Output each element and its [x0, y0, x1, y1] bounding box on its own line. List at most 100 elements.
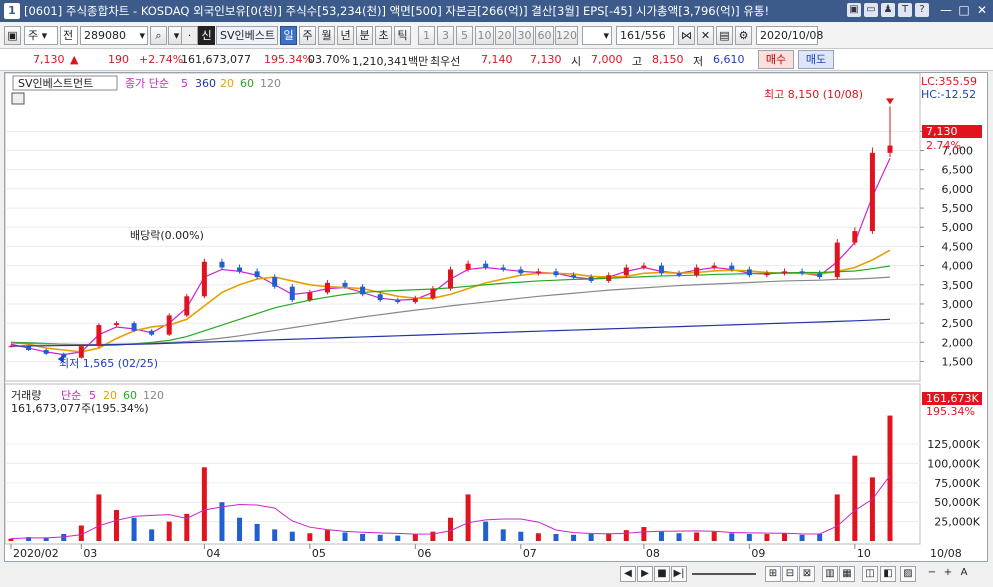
candle-body — [658, 265, 664, 274]
scroll-right-button[interactable]: ▶ — [637, 566, 653, 582]
interval-60-button[interactable]: 60 — [535, 26, 554, 45]
volume-legend-ma5: 5 — [89, 389, 96, 402]
period-week-button[interactable]: 주 — [299, 26, 316, 45]
tool-icon-5[interactable]: ▦ — [839, 566, 855, 582]
volume-bar — [448, 517, 453, 541]
tool-icon-8[interactable]: ▨ — [900, 566, 916, 582]
bottom-navigation: ◀ ▶ ■ ▶| ⊞ ⊟ ⊠ ▥ ▦ ◫ ◧ ▨ − + A — [0, 563, 993, 587]
lc-label: LC:355.59 — [921, 75, 977, 88]
turnover-ratio: 03.70% — [308, 53, 350, 66]
chart-area[interactable]: 7,5007,0006,5006,0005,5005,0004,5004,000… — [4, 72, 988, 562]
candle-body — [448, 269, 453, 289]
tool-icon-3[interactable]: ⊠ — [799, 566, 815, 582]
price-tick-label: 5,500 — [942, 202, 974, 215]
interval-10-button[interactable]: 10 — [475, 26, 494, 45]
code-input[interactable]: 289080 ▾ — [80, 26, 148, 45]
low-annotation: 최저 1,565 (02/25) — [59, 357, 158, 370]
candle-body — [166, 315, 172, 335]
screen-icon[interactable]: ▣ — [847, 3, 861, 17]
candle-body — [465, 263, 471, 270]
low-price: 6,610 — [713, 53, 745, 66]
volume-bar — [553, 534, 559, 541]
type-select[interactable]: 주 ▾ — [24, 26, 58, 45]
volume-tick-label: 75,000K — [934, 477, 980, 490]
interval-120-button[interactable]: 120 — [555, 26, 578, 45]
price-tick-label: 3,500 — [942, 279, 974, 292]
interval-5-button[interactable]: 5 — [456, 26, 473, 45]
period-day-button[interactable]: 일 — [280, 26, 297, 45]
save-icon[interactable]: ▤ — [716, 26, 733, 45]
interval-30-button[interactable]: 30 — [515, 26, 534, 45]
close-button[interactable]: ✕ — [975, 3, 989, 17]
volume-bar — [219, 502, 225, 541]
volume-tick-label: 50,000K — [934, 496, 980, 509]
tool-icon-7[interactable]: ◧ — [880, 566, 896, 582]
best-ask-price: 7,140 — [481, 53, 513, 66]
price-panel-name: SV인베스트먼트 — [18, 77, 93, 90]
price-tick-label: 1,500 — [942, 355, 974, 368]
volume-bar — [254, 523, 260, 541]
tool-icon-2[interactable]: ⊟ — [782, 566, 798, 582]
interval-20-button[interactable]: 20 — [495, 26, 514, 45]
help-icon[interactable]: ? — [915, 3, 929, 17]
candle-body — [237, 267, 243, 272]
tool-icon-1[interactable]: ⊞ — [765, 566, 781, 582]
candle-body — [184, 296, 190, 316]
candle-body — [78, 346, 84, 358]
maximize-button[interactable]: □ — [957, 3, 971, 17]
interval-3-button[interactable]: 3 — [437, 26, 454, 45]
low-label: 저 — [693, 55, 704, 68]
crosshair-icon[interactable]: ✕ — [697, 26, 714, 45]
price-tick-label: 6,500 — [942, 164, 974, 177]
tool-icon-6[interactable]: ◫ — [862, 566, 878, 582]
candle-body — [588, 277, 594, 281]
zoom-in-icon[interactable]: + — [940, 566, 956, 582]
candle-body — [711, 265, 717, 268]
price-legend-prefix: 종가 단순 — [125, 77, 169, 90]
gear-icon[interactable]: ⚙ — [735, 26, 752, 45]
count-field[interactable]: 161/556 — [616, 26, 674, 45]
volume-bar — [641, 527, 647, 541]
pawn-icon[interactable]: ♟ — [881, 3, 895, 17]
grid-table-icon[interactable] — [11, 92, 25, 105]
period-year-button[interactable]: 년 — [337, 26, 354, 45]
volume-bar — [113, 509, 119, 541]
scroll-left-button[interactable]: ◀ — [620, 566, 636, 582]
stop-button[interactable]: ■ — [654, 566, 670, 582]
volume-ratio: 195.34% — [264, 53, 313, 66]
buy-button[interactable]: 매수 — [758, 50, 794, 69]
stock-name-field[interactable]: SV인베스트 — [216, 26, 278, 45]
price-legend-ma60: 60 — [240, 77, 254, 90]
search-icon[interactable]: ⌕ — [150, 26, 167, 45]
interval-custom-select[interactable]: ▾ — [582, 26, 612, 45]
settings-small-icon[interactable]: · — [181, 26, 198, 45]
window-controls: — □ ✕ — [939, 3, 989, 17]
x-tick-label: 08 — [646, 547, 660, 560]
font-size-icon[interactable]: A — [956, 566, 972, 582]
sell-button[interactable]: 매도 — [798, 50, 834, 69]
chart-layout-icon[interactable]: ▣ — [4, 26, 21, 45]
text-icon[interactable]: T — [898, 3, 912, 17]
volume-bar — [500, 529, 506, 541]
zoom-icon[interactable]: ⋈ — [678, 26, 695, 45]
period-month-button[interactable]: 월 — [318, 26, 335, 45]
zoom-out-icon[interactable]: − — [924, 566, 940, 582]
period-second-button[interactable]: 초 — [375, 26, 392, 45]
period-minute-button[interactable]: 분 — [356, 26, 373, 45]
trade-amount: 1,210,341백만 — [352, 55, 429, 68]
stock-chart[interactable]: 7,5007,0006,5006,0005,5005,0004,5004,000… — [5, 73, 989, 563]
interval-1-button[interactable]: 1 — [418, 26, 435, 45]
window-icon[interactable]: ▭ — [864, 3, 878, 17]
tool-icon-4[interactable]: ▥ — [822, 566, 838, 582]
zoom-slider[interactable] — [692, 573, 756, 575]
scope-select[interactable]: 전 — [60, 26, 78, 45]
date-field[interactable]: 2020/10/08 — [756, 26, 823, 45]
volume-bar — [272, 529, 278, 541]
period-tick-button[interactable]: 틱 — [394, 26, 411, 45]
candle-body — [430, 288, 436, 299]
candle-body — [149, 330, 155, 335]
volume-bar — [623, 530, 629, 541]
minimize-button[interactable]: — — [939, 3, 953, 17]
end-button[interactable]: ▶| — [671, 566, 687, 582]
volume-bar — [430, 531, 436, 541]
